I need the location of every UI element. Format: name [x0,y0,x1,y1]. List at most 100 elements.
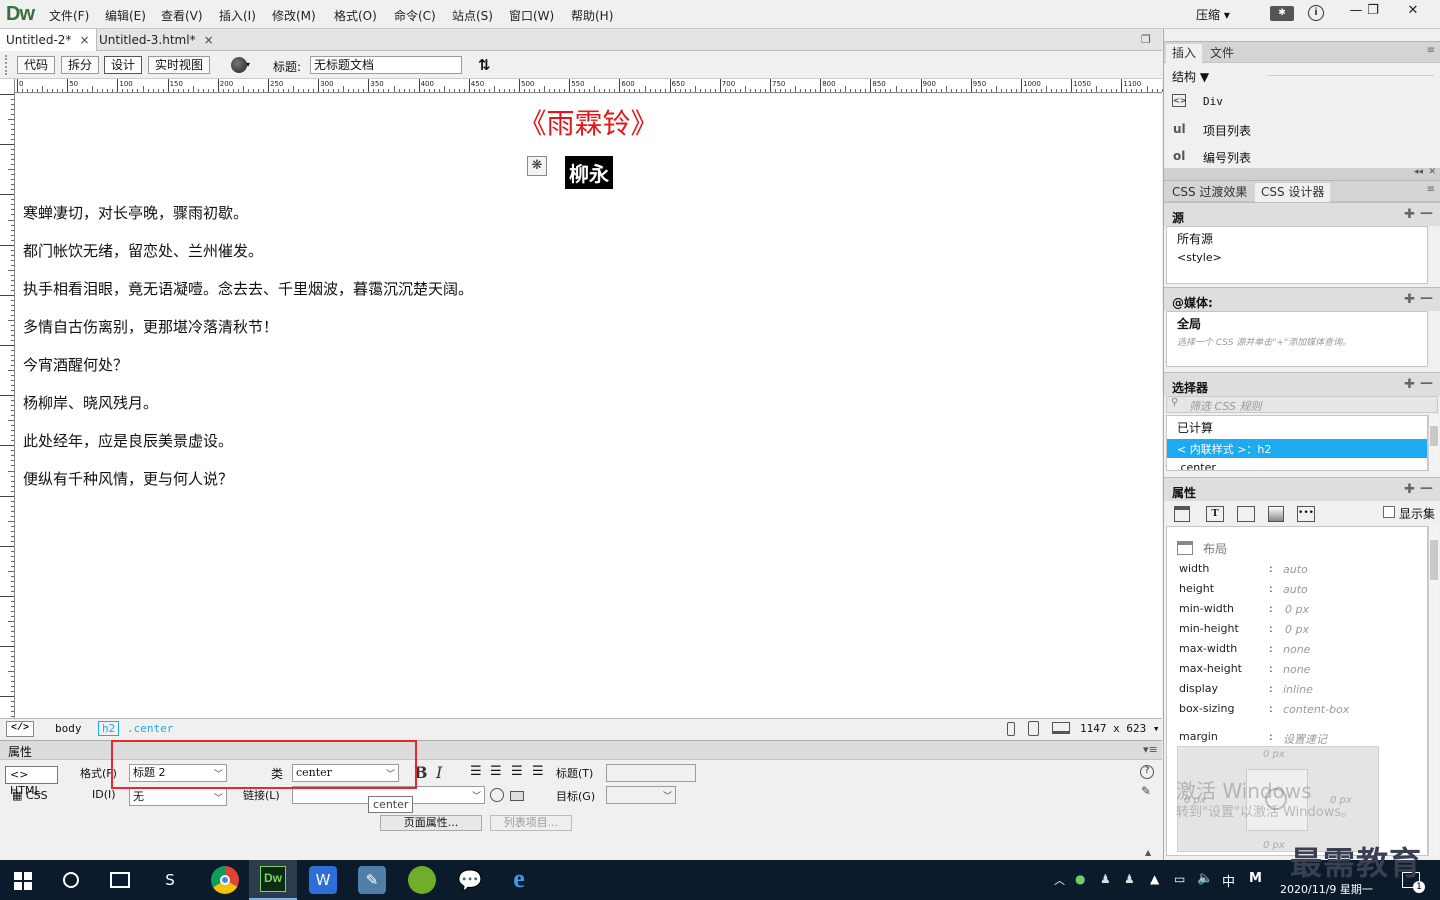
page-properties-button[interactable]: 页面属性... [380,815,482,831]
live-view-button[interactable]: 实时视图 [148,56,211,74]
tag-body[interactable]: body [55,722,82,735]
scroll-thumb[interactable] [1430,540,1438,580]
remove-source-icon[interactable]: — [1420,206,1433,221]
volume-icon[interactable]: 🔈 [1197,871,1213,886]
prop-value-min-height[interactable]: 0 px [1285,623,1309,636]
selector-filter-input[interactable]: ⚲ 筛选 CSS 规则 [1166,396,1438,413]
desktop-size-icon[interactable] [1052,722,1070,734]
text-category-icon[interactable]: T [1206,506,1224,522]
margin-bottom-value[interactable]: 0 px [1263,840,1285,851]
poem-line[interactable]: 寒蝉凄切，对长亭晚，骤雨初歇。 [23,202,248,223]
poem-line[interactable]: 今宵酒醒何处？ [23,354,128,375]
file-management-icon[interactable]: ⇅ [478,56,491,74]
margin-top-value[interactable]: 0 px [1263,749,1285,760]
wechat-icon[interactable]: 💬 [456,866,484,894]
tab-untitled-3[interactable]: Untitled-3.html* × [93,29,220,51]
tray-notify-icon[interactable]: ▲ [1150,872,1159,886]
menu-file[interactable]: 文件(F) [49,7,89,24]
html-mode-button[interactable]: <> HTML [5,766,58,797]
point-to-file-icon[interactable] [490,788,504,802]
scroll-thumb[interactable] [1430,426,1438,446]
selector-item[interactable]: .center [1177,461,1216,470]
media-global[interactable]: 全局 [1177,315,1201,332]
menu-edit[interactable]: 编辑(E) [105,7,146,24]
poem-line[interactable]: 多情自古伤离别，更那堪冷落清秋节！ [23,316,278,337]
target-select[interactable]: ﹀ [606,786,676,804]
expand-arrow-icon[interactable]: ▲ [1145,848,1151,857]
split-view-button[interactable]: 拆分 [61,56,100,74]
title-input[interactable]: 无标题文档 [310,56,462,74]
selector-item-selected[interactable]: < 内联样式 >：h2 [1167,439,1427,458]
tray-wechat-icon[interactable]: ● [1075,872,1085,886]
insert-category[interactable]: 结构 ▼ [1172,68,1209,85]
restore-button[interactable]: ❐ [1356,0,1390,22]
image-placeholder-icon[interactable]: ❋ [527,156,547,176]
prop-value-max-width[interactable]: none [1283,643,1310,656]
tray-qq2-icon[interactable]: ♟ [1124,872,1135,886]
tab-css-transitions[interactable]: CSS 过渡效果 [1166,183,1253,202]
heading-input[interactable] [606,764,696,782]
menu-format[interactable]: 格式(O) [334,7,377,24]
list-item-button[interactable]: 列表项目... [490,815,572,831]
show-set-checkbox[interactable] [1383,506,1395,518]
layout-category-icon[interactable] [1174,506,1190,522]
poem-line[interactable]: 此处经年，应是良辰美景虚设。 [23,430,233,451]
sync-settings-icon[interactable]: ✱ [1270,6,1294,21]
poem-line[interactable]: 都门帐饮无绪，留恋处、兰州催发。 [23,240,263,261]
add-media-icon[interactable]: ✚ [1404,292,1415,307]
prop-value-box-sizing[interactable]: content-box [1283,703,1349,716]
menu-help[interactable]: 帮助(H) [571,7,613,24]
wps-icon[interactable]: W [309,866,337,894]
add-source-icon[interactable]: ✚ [1404,207,1415,222]
design-view[interactable]: 《雨霖铃》 ❋ 柳永 寒蝉凄切，对长亭晚，骤雨初歇。 都门帐饮无绪，留恋处、兰州… [15,94,1162,718]
design-view-button[interactable]: 设计 [104,56,143,74]
properties-scrollbar[interactable] [1428,526,1439,856]
close-button[interactable]: ✕ [1390,0,1436,22]
tab-files[interactable]: 文件 [1204,44,1240,63]
remove-selector-icon[interactable]: — [1420,376,1433,391]
poem-line[interactable]: 执手相看泪眼，竟无语凝噎。念去去、千里烟波，暮霭沉沉楚天阔。 [23,278,473,299]
poem-line[interactable]: 杨柳岸、晓风残月。 [23,392,158,413]
app-green-icon[interactable] [408,866,436,894]
border-category-icon[interactable] [1237,506,1255,522]
insert-item-div[interactable]: <> Div [1164,90,1440,114]
panel-menu-icon[interactable]: ≡ [1427,45,1435,56]
quick-edit-icon[interactable]: ✎ [1141,784,1151,798]
tray-overflow-icon[interactable]: ︿ [1054,872,1065,888]
outdent-icon[interactable]: ☰ [511,764,523,779]
code-tag-icon[interactable]: </> [6,721,34,737]
close-icon[interactable]: × [204,33,214,47]
poem-title[interactable]: 《雨霖铃》 [15,102,1162,142]
search-icon[interactable] [63,872,79,888]
prop-value-max-height[interactable]: none [1283,663,1310,676]
menu-modify[interactable]: 修改(M) [272,7,316,24]
menu-view[interactable]: 查看(V) [161,7,203,24]
close-icon[interactable]: × [79,33,89,47]
menu-insert[interactable]: 插入(I) [219,7,256,24]
help-icon[interactable]: ? [1140,765,1154,779]
background-category-icon[interactable] [1268,506,1284,522]
selector-item[interactable]: 已计算 [1177,419,1213,436]
tag-class-center[interactable]: .center [127,722,173,735]
window-size[interactable]: 1147 x 623 ▾ [1080,722,1159,735]
add-selector-icon[interactable]: ✚ [1404,377,1415,392]
windows-start-icon[interactable] [14,872,32,890]
selectors-scrollbar[interactable] [1428,415,1439,471]
insert-item-ul[interactable]: ul 项目列表 [1164,117,1440,141]
mobile-size-icon[interactable] [1007,722,1015,736]
indent-icon[interactable]: ☰ [532,764,544,779]
ime-mode-indicator[interactable]: M [1249,871,1262,886]
app-s-icon[interactable]: S [156,866,184,894]
notepad-icon[interactable]: ✎ [358,866,386,894]
remove-media-icon[interactable]: — [1420,291,1433,306]
folder-icon[interactable] [510,791,524,801]
italic-button[interactable]: I [436,763,442,782]
panel-menu-icon[interactable]: ≡ [1427,184,1435,195]
tab-insert[interactable]: 插入 [1166,44,1203,63]
poem-line[interactable]: 便纵有千种风情，更与何人说？ [23,468,233,489]
ordered-list-icon[interactable]: ☰ [490,764,502,779]
dreamweaver-taskbar-item[interactable]: Dw [249,860,297,900]
chevron-down-icon[interactable]: ▾ [246,60,250,69]
source-item[interactable]: <style> [1177,251,1222,264]
prop-value-display[interactable]: inline [1283,683,1313,696]
